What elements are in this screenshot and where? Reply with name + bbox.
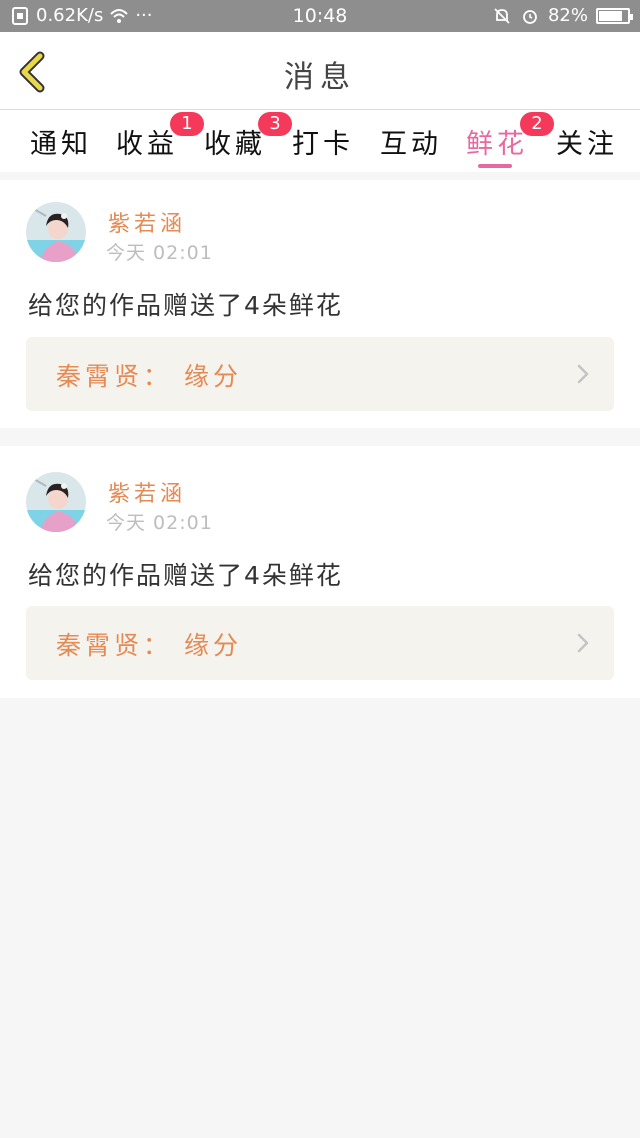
- sender-name[interactable]: 紫若涵: [108, 206, 186, 238]
- message-card: 紫若涵 今天 02:01 给您的作品赠送了4朵鲜花 秦霄贤： 缘分: [0, 446, 640, 698]
- tab-label: 收藏: [204, 129, 266, 160]
- active-tab-indicator: [478, 164, 512, 168]
- work-link[interactable]: 秦霄贤： 缘分: [26, 337, 614, 411]
- sender-name[interactable]: 紫若涵: [108, 476, 186, 508]
- tab-checkin[interactable]: 打卡: [292, 122, 354, 161]
- message-text: 给您的作品赠送了4朵鲜花: [28, 291, 343, 320]
- tab-favorites[interactable]: 收藏 3: [204, 112, 292, 161]
- chevron-right-icon: [577, 364, 589, 384]
- work-title: 秦霄贤： 缘分: [56, 631, 242, 660]
- tab-follow[interactable]: 关注: [556, 122, 618, 161]
- battery-icon: [596, 7, 633, 24]
- status-bar: 0.62K/s ··· 10:48 82%: [0, 0, 640, 32]
- tab-label: 鲜花: [466, 129, 528, 160]
- alarm-icon: [523, 9, 537, 24]
- status-right: 82%: [492, 5, 633, 26]
- message-time: 今天 02:01: [106, 512, 213, 534]
- count-badge: 2: [520, 112, 554, 136]
- message-text: 给您的作品赠送了4朵鲜花: [28, 561, 343, 590]
- chevron-right-icon: [577, 633, 589, 653]
- work-link[interactable]: 秦霄贤： 缘分: [26, 606, 614, 680]
- message-card: 紫若涵 今天 02:01 给您的作品赠送了4朵鲜花 秦霄贤： 缘分: [0, 180, 640, 428]
- tab-label: 关注: [556, 129, 618, 160]
- tab-interaction[interactable]: 互动: [380, 122, 442, 161]
- tab-bar: 通知 收益 1 收藏 3 打卡 互动 鲜花 2 关注: [0, 110, 640, 172]
- tab-flowers[interactable]: 鲜花 2: [466, 112, 554, 161]
- tab-label: 互动: [380, 129, 442, 160]
- tab-earnings[interactable]: 收益 1: [116, 112, 204, 161]
- tab-notice[interactable]: 通知: [30, 122, 92, 161]
- work-title: 秦霄贤： 缘分: [56, 362, 242, 391]
- count-badge: 3: [258, 112, 292, 136]
- mute-bell-icon: [494, 7, 510, 24]
- avatar[interactable]: [26, 472, 86, 532]
- battery-percent: 82%: [547, 5, 588, 26]
- count-badge: 1: [170, 112, 204, 136]
- tab-label: 收益: [116, 129, 178, 160]
- nav-bar: 消息: [0, 32, 640, 110]
- tab-label: 打卡: [292, 129, 354, 160]
- avatar[interactable]: [26, 202, 86, 262]
- message-time: 今天 02:01: [106, 242, 213, 264]
- page-title: 消息: [284, 60, 356, 95]
- tab-label: 通知: [30, 129, 92, 160]
